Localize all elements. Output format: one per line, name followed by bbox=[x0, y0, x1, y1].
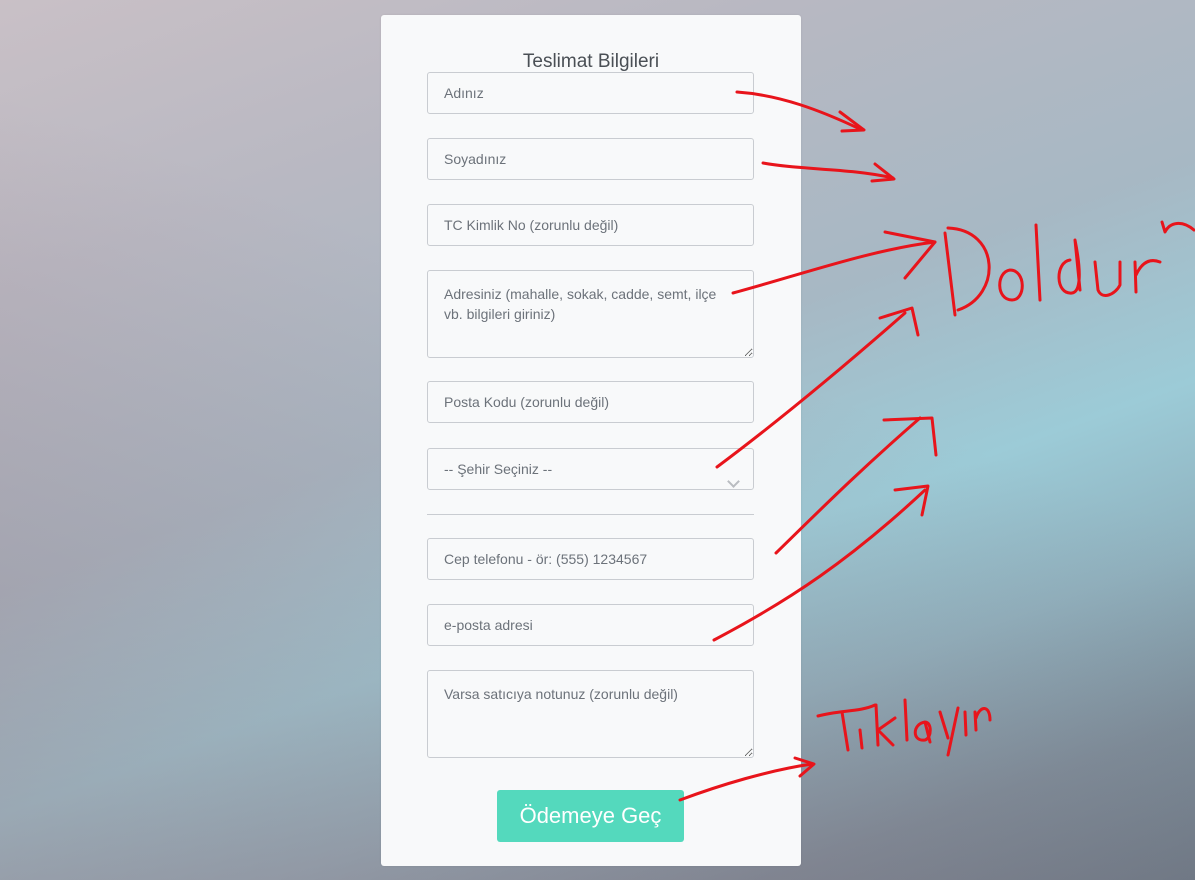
city-select[interactable]: -- Şehir Seçiniz -- bbox=[427, 448, 754, 490]
arrow-head-icon bbox=[870, 162, 896, 183]
arrow-head-icon bbox=[838, 110, 866, 133]
seller-note-textarea[interactable] bbox=[427, 670, 754, 758]
arrow-head-icon bbox=[878, 306, 920, 337]
doldurun-handwriting bbox=[943, 220, 1195, 317]
arrow-head-icon bbox=[883, 230, 937, 280]
last-name-input[interactable] bbox=[427, 138, 754, 180]
form-title: Teslimat Bilgileri bbox=[522, 51, 660, 72]
postal-code-input[interactable] bbox=[427, 381, 754, 423]
arrow-head-icon bbox=[893, 484, 930, 517]
address-textarea[interactable] bbox=[427, 270, 754, 358]
divider bbox=[427, 514, 754, 515]
phone-input[interactable] bbox=[427, 538, 754, 580]
tiklayin-handwriting bbox=[816, 698, 992, 757]
proceed-to-payment-button[interactable]: Ödemeye Geç bbox=[497, 790, 684, 842]
first-name-input[interactable] bbox=[427, 72, 754, 114]
email-input[interactable] bbox=[427, 604, 754, 646]
tc-id-input[interactable] bbox=[427, 204, 754, 246]
arrow-head-icon bbox=[882, 416, 938, 457]
delivery-form-card: Teslimat Bilgileri -- Şehir Seçiniz -- Ö… bbox=[381, 15, 801, 866]
